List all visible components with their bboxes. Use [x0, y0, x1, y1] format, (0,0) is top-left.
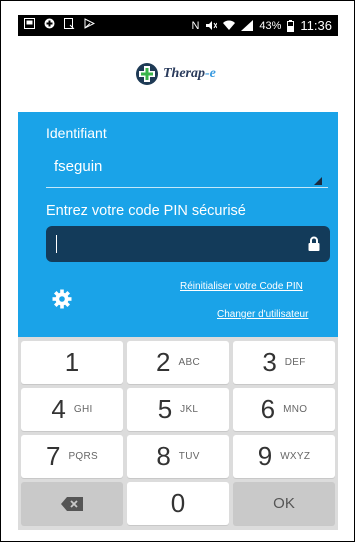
key-digit: 3 — [262, 347, 277, 377]
username-select[interactable]: fseguin — [54, 158, 102, 175]
key-digit: 9 — [257, 441, 273, 471]
key-9[interactable]: 9 WXYZ — [233, 435, 335, 478]
pin-input[interactable] — [46, 226, 330, 262]
ok-label: OK — [273, 495, 295, 512]
backspace-icon — [61, 496, 83, 511]
key-digit: 6 — [260, 394, 276, 424]
gallery-icon — [24, 18, 35, 29]
wifi-icon — [223, 20, 236, 30]
key-letters: GHI — [73, 404, 93, 415]
mute-icon — [206, 21, 218, 30]
key-2[interactable]: 2 ABC — [127, 341, 229, 384]
key-digit: 8 — [156, 441, 171, 471]
key-letters: PQRS — [68, 451, 98, 462]
play-store-icon — [84, 18, 95, 29]
signal-icon — [241, 20, 254, 31]
backspace-key[interactable] — [21, 482, 123, 525]
logo-text: Therap-e — [163, 66, 216, 82]
key-letters: WXYZ — [280, 451, 311, 462]
reset-pin-link[interactable]: Réinitialiser votre Code PIN — [180, 281, 303, 292]
settings-gear-icon[interactable] — [52, 289, 72, 309]
key-digit: 4 — [51, 394, 66, 424]
key-digit: 0 — [170, 488, 186, 518]
key-3[interactable]: 3 DEF — [233, 341, 335, 384]
key-letters: DEF — [284, 357, 306, 368]
change-user-link[interactable]: Changer d'utilisateur — [217, 309, 308, 320]
lock-icon — [308, 236, 320, 251]
dropdown-arrow-icon[interactable] — [314, 177, 322, 185]
app-notification-icon — [44, 18, 55, 29]
ok-key[interactable]: OK — [233, 482, 335, 525]
therap-cross-icon — [136, 63, 158, 85]
identifiant-label: Identifiant — [46, 125, 107, 141]
clock: 11:36 — [300, 18, 332, 33]
battery-percent: 43% — [259, 19, 282, 32]
key-6[interactable]: 6 MNO — [233, 388, 335, 431]
key-letters: ABC — [178, 357, 200, 368]
key-4[interactable]: 4 GHI — [21, 388, 123, 431]
battery-icon — [287, 19, 295, 32]
key-0[interactable]: 0 — [127, 482, 229, 525]
key-digit: 5 — [157, 394, 173, 424]
key-letters: JKL — [180, 404, 199, 415]
key-letters: MNO — [283, 404, 308, 415]
key-8[interactable]: 8 TUV — [127, 435, 229, 478]
status-bar: N 43% 11:36 — [18, 15, 338, 36]
key-digit: 1 — [64, 347, 80, 377]
username-underline — [46, 187, 328, 188]
screen-share-icon — [64, 18, 75, 29]
key-digit: 7 — [45, 441, 61, 471]
logo-text-main: Therap — [163, 66, 205, 81]
key-1[interactable]: 1 — [21, 341, 123, 384]
nfc-indicator: N — [191, 19, 200, 32]
key-5[interactable]: 5 JKL — [127, 388, 229, 431]
numeric-keypad: 1 2 ABC 3 DEF 4 GHI 5 JKL 6 MNO 7 PQRS 8 — [18, 337, 338, 530]
text-cursor — [56, 235, 57, 253]
pin-label: Entrez votre code PIN sécurisé — [46, 203, 246, 219]
logo-text-accent: -e — [205, 66, 216, 81]
app-logo: Therap-e — [135, 62, 216, 86]
phone-screen: N 43% 11:36 Therap-e Identifiant fseguin… — [18, 15, 338, 530]
key-7[interactable]: 7 PQRS — [21, 435, 123, 478]
app-header: Therap-e — [18, 36, 338, 112]
key-letters: TUV — [178, 451, 200, 462]
key-digit: 2 — [156, 347, 171, 377]
